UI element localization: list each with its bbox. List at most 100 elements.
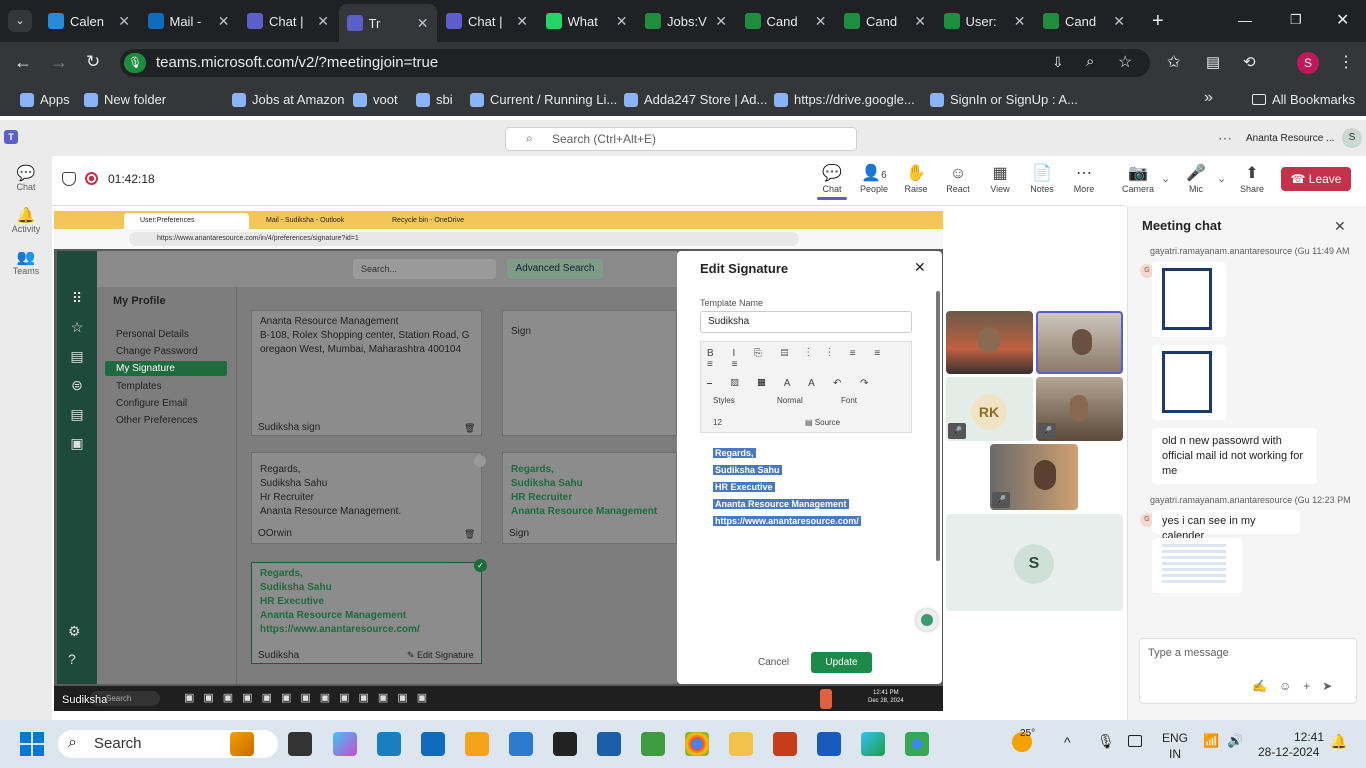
close-tab-icon[interactable]: ✕ <box>914 13 926 30</box>
toolbar-raise-button[interactable]: ✋ Raise <box>896 164 936 194</box>
browser-menu-icon[interactable]: ⋮ <box>1338 52 1354 72</box>
browser-tab[interactable]: User: ✕ <box>936 6 1034 36</box>
forward-icon[interactable]: → <box>50 52 68 73</box>
participant-video-2[interactable] <box>1036 311 1123 374</box>
format-icon[interactable]: ✍ <box>1252 679 1279 693</box>
edge-icon[interactable] <box>861 732 885 756</box>
toolbar-chat-button[interactable]: 💬 Chat <box>812 164 852 194</box>
wifi-icon[interactable]: 📶 <box>1203 733 1219 749</box>
message-compose-box[interactable]: Type a message ✍☺+➤ <box>1139 638 1357 704</box>
camera-options-chevron-icon[interactable]: ⌄ <box>1161 172 1170 185</box>
task-view-icon[interactable] <box>288 732 312 756</box>
participant-video-1[interactable] <box>946 311 1033 374</box>
app-icon[interactable] <box>597 732 621 756</box>
tray-chevron-icon[interactable]: ^ <box>1064 734 1071 750</box>
language-indicator[interactable]: ENG IN <box>1162 730 1188 762</box>
sublime-icon[interactable] <box>465 732 489 756</box>
reload-icon[interactable]: ↻ <box>86 52 100 72</box>
tab-search-button[interactable]: ⌄ <box>8 10 32 32</box>
rail-chat[interactable]: 💬 Chat <box>0 164 52 192</box>
close-tab-icon[interactable]: ✕ <box>616 13 628 30</box>
new-tab-button[interactable]: + <box>1152 10 1164 33</box>
word-icon[interactable] <box>817 732 841 756</box>
browser-tab[interactable]: Chat | ✕ <box>239 6 337 36</box>
more-bookmarks[interactable]: » <box>1204 89 1213 107</box>
volume-icon[interactable]: 🔊 <box>1227 733 1243 749</box>
taskbar-app-icon[interactable] <box>230 732 254 756</box>
close-tab-icon[interactable]: ✕ <box>516 13 528 30</box>
bookmark-item[interactable]: Adda247 Store | Ad... <box>624 92 767 107</box>
close-tab-icon[interactable]: ✕ <box>317 13 329 30</box>
close-window-icon[interactable]: ✕ <box>1336 10 1349 30</box>
browser-tab[interactable]: Cand ✕ <box>836 6 934 36</box>
tablet-icon[interactable] <box>1128 735 1142 747</box>
attach-plus-icon[interactable]: + <box>1303 679 1322 693</box>
windows-start-icon[interactable] <box>20 732 44 756</box>
toolbar-mic-button[interactable]: 🎤 Mic <box>1176 164 1216 194</box>
toolbar-view-button[interactable]: ▦ View <box>980 164 1020 194</box>
zoom-icon[interactable]: ⌕ <box>1086 53 1094 70</box>
browser-tab[interactable]: Tr ✕ <box>338 4 437 42</box>
browser-tab[interactable]: What ✕ <box>538 6 636 36</box>
close-tab-icon[interactable]: ✕ <box>815 13 827 30</box>
rail-teams[interactable]: 👥 Teams <box>0 248 52 276</box>
image-message[interactable] <box>1152 345 1226 420</box>
outlook-icon[interactable] <box>421 732 445 756</box>
participant-tile-rk[interactable]: RK 🎤 <box>946 377 1033 441</box>
mic-recording-icon[interactable]: 🎙 <box>124 53 146 73</box>
participant-tile-s[interactable]: S <box>946 514 1123 611</box>
notification-bell-icon[interactable]: 🔔 <box>1330 733 1347 750</box>
toolbar-share-button[interactable]: ⬆ Share <box>1232 164 1272 194</box>
bookmark-item[interactable]: sbi <box>416 92 453 107</box>
close-chat-icon[interactable]: ✕ <box>1334 218 1346 235</box>
browser-tab[interactable]: Chat | ✕ <box>438 6 536 36</box>
vscode-icon[interactable] <box>509 732 533 756</box>
reading-list-icon[interactable]: ▤ <box>1206 53 1220 71</box>
close-tab-icon[interactable]: ✕ <box>417 15 429 32</box>
bookmark-item[interactable]: Current / Running Li... <box>470 92 617 107</box>
bookmark-item[interactable]: SignIn or SignUp : A... <box>930 92 1078 107</box>
address-bar[interactable]: teams.microsoft.com/v2/?meetingjoin=true <box>120 49 1150 77</box>
bookmark-item[interactable]: https://drive.google... <box>774 92 915 107</box>
powerpoint-icon[interactable] <box>773 732 797 756</box>
mic-options-chevron-icon[interactable]: ⌄ <box>1217 172 1226 185</box>
rail-activity[interactable]: 🔔 Activity <box>0 206 52 234</box>
bookmark-item[interactable]: New folder <box>84 92 166 107</box>
copilot-icon[interactable] <box>333 732 357 756</box>
chrome-icon[interactable] <box>905 732 929 756</box>
browser-tab[interactable]: Cand ✕ <box>1035 6 1133 36</box>
toolbar-camera-button[interactable]: 📷 Camera <box>1118 164 1158 194</box>
terminal-icon[interactable] <box>553 732 577 756</box>
browser-tab[interactable]: Mail - ✕ <box>140 6 238 36</box>
close-tab-icon[interactable]: ✕ <box>118 13 130 30</box>
more-options-icon[interactable]: ⋯ <box>1218 130 1232 147</box>
leave-button[interactable]: ☎ Leave <box>1281 167 1351 191</box>
participant-video-3[interactable]: 🎤 <box>1036 377 1123 441</box>
bookmark-star-icon[interactable]: ☆ <box>1118 52 1132 72</box>
history-icon[interactable]: ⟲ <box>1243 53 1256 71</box>
favorites-icon[interactable]: ✩ <box>1167 52 1180 72</box>
message-input[interactable]: Type a message <box>1148 647 1229 659</box>
image-message[interactable] <box>1152 262 1226 337</box>
close-tab-icon[interactable]: ✕ <box>715 13 727 30</box>
toolbar-people-button[interactable]: 👤6 People <box>854 164 894 194</box>
toolbar-notes-button[interactable]: 📄 Notes <box>1022 164 1062 194</box>
mic-tray-icon[interactable]: 🎙 <box>1097 733 1115 750</box>
toolbar-react-button[interactable]: ☺ React <box>938 164 978 194</box>
org-name[interactable]: Ananta Resource ... <box>1246 133 1334 144</box>
user-avatar[interactable]: S <box>1342 128 1362 148</box>
remote-desktop-icon[interactable] <box>377 732 401 756</box>
close-tab-icon[interactable]: ✕ <box>1113 13 1125 30</box>
emoji-icon[interactable]: ☺ <box>1279 679 1303 693</box>
app-icon[interactable] <box>641 732 665 756</box>
image-message[interactable] <box>1152 538 1242 593</box>
restore-icon[interactable]: ❐ <box>1290 12 1302 28</box>
all-bookmarks[interactable]: All Bookmarks <box>1252 92 1355 107</box>
profile-avatar[interactable]: S <box>1297 52 1319 74</box>
teams-search-input[interactable]: Search (Ctrl+Alt+E) <box>505 127 857 151</box>
send-icon[interactable]: ➤ <box>1322 679 1344 693</box>
close-tab-icon[interactable]: ✕ <box>218 13 230 30</box>
browser-tab[interactable]: Calen ✕ <box>40 6 138 36</box>
minimize-icon[interactable]: — <box>1238 12 1252 28</box>
bookmark-item[interactable]: Jobs at Amazon <box>232 92 345 107</box>
